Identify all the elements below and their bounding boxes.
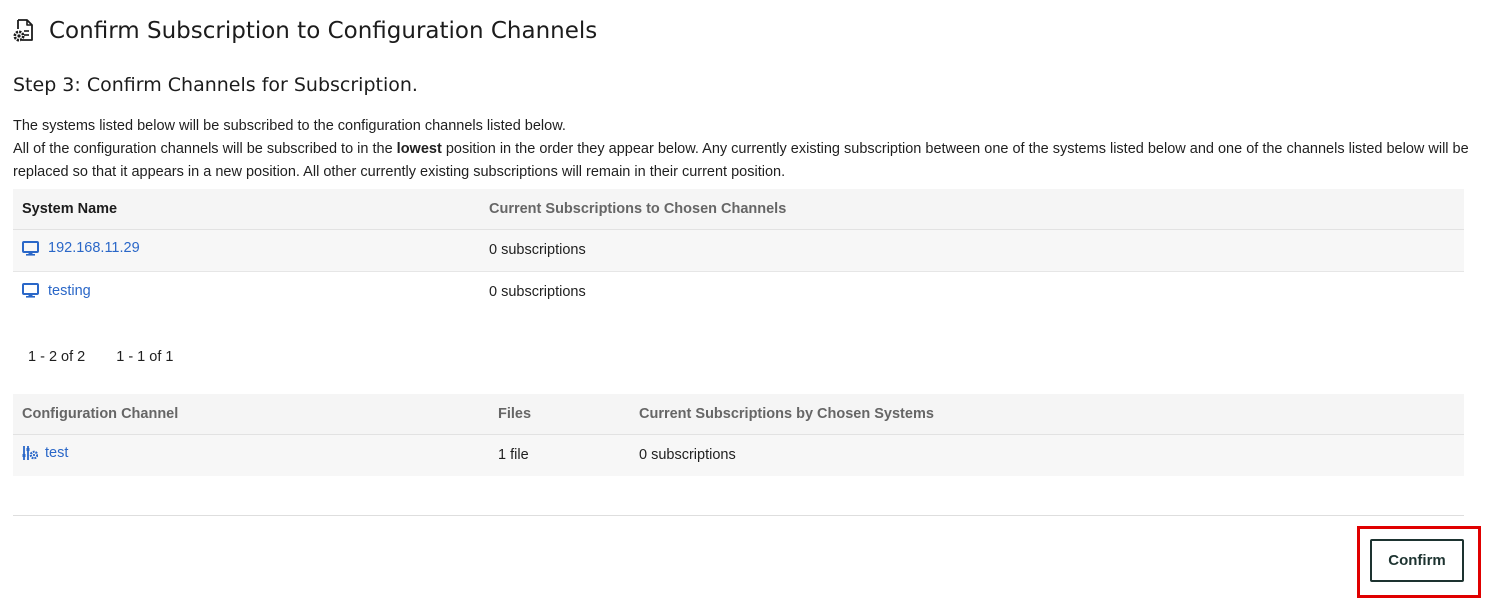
- table-row: test 1 file 0 subscriptions: [13, 434, 1464, 476]
- divider: [13, 515, 1464, 516]
- channel-link[interactable]: test: [22, 445, 68, 461]
- config-channel-icon: [22, 445, 38, 461]
- description-emphasis: lowest: [396, 141, 442, 157]
- column-header-files: Files: [489, 394, 630, 435]
- system-link[interactable]: testing: [22, 283, 91, 299]
- system-name-cell: 192.168.11.29: [13, 229, 480, 272]
- table-row: testing 0 subscriptions: [13, 271, 1464, 313]
- config-file-gear-icon: [12, 18, 38, 44]
- table-row: 192.168.11.29 0 subscriptions: [13, 229, 1464, 272]
- column-header-system-name[interactable]: System Name: [13, 189, 480, 230]
- description-line-2: All of the configuration channels will b…: [13, 138, 1473, 184]
- table-header-row: Configuration Channel Files Current Subs…: [13, 394, 1464, 435]
- column-header-subscriptions-by-systems: Current Subscriptions by Chosen Systems: [630, 394, 1464, 435]
- subscriptions-cell: 0 subscriptions: [480, 229, 1464, 272]
- page: Confirm Subscription to Configuration Ch…: [0, 0, 1496, 615]
- column-header-current-subscriptions: Current Subscriptions to Chosen Channels: [480, 189, 1464, 230]
- files-cell: 1 file: [489, 434, 630, 476]
- table-header-row: System Name Current Subscriptions to Cho…: [13, 189, 1464, 230]
- channel-name-cell: test: [13, 434, 489, 476]
- systems-range: 1 - 2 of 2: [28, 349, 86, 365]
- desktop-icon: [22, 283, 39, 298]
- subscriptions-cell: 0 subscriptions: [480, 271, 1464, 313]
- channels-table: Configuration Channel Files Current Subs…: [13, 394, 1464, 476]
- description: The systems listed below will be subscri…: [13, 115, 1473, 184]
- system-link[interactable]: 192.168.11.29: [22, 240, 140, 256]
- systems-table: System Name Current Subscriptions to Cho…: [13, 189, 1464, 313]
- system-name: testing: [48, 282, 91, 299]
- confirm-button[interactable]: Confirm: [1370, 539, 1464, 582]
- channel-name: test: [45, 445, 69, 462]
- pages-range: 1 - 1 of 1: [116, 349, 174, 365]
- description-line-1: The systems listed below will be subscri…: [13, 118, 566, 134]
- subscriptions-cell: 0 subscriptions: [630, 434, 1464, 476]
- description-text-before: All of the configuration channels will b…: [13, 141, 397, 157]
- system-name-cell: testing: [13, 271, 480, 313]
- column-header-configuration-channel: Configuration Channel: [13, 394, 489, 435]
- page-title: Confirm Subscription to Configuration Ch…: [49, 18, 598, 44]
- desktop-icon: [22, 240, 39, 256]
- system-name: 192.168.11.29: [48, 240, 140, 257]
- page-header: Confirm Subscription to Configuration Ch…: [12, 14, 597, 48]
- step-title: Step 3: Confirm Channels for Subscriptio…: [13, 74, 418, 96]
- pagination-summary: 1 - 2 of 2 1 - 1 of 1: [28, 349, 173, 365]
